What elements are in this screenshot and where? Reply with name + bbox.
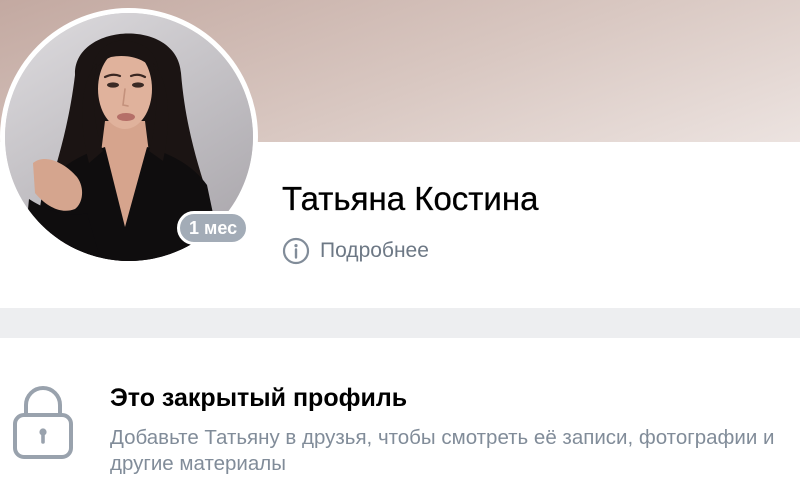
section-separator — [0, 308, 800, 338]
private-profile-title: Это закрытый профиль — [110, 384, 408, 412]
details-link[interactable]: Подробнее — [282, 237, 429, 265]
info-icon — [282, 237, 310, 265]
lock-icon — [13, 386, 73, 459]
private-profile-description: Добавьте Татьяну в друзья, чтобы смотрет… — [110, 426, 775, 475]
details-label: Подробнее — [320, 239, 429, 262]
profile-page: 1 мес Татьяна Костина Подробнее Это закр… — [0, 0, 800, 496]
profile-name: Татьяна Костина — [282, 180, 539, 217]
last-seen-badge: 1 мес — [177, 211, 250, 245]
